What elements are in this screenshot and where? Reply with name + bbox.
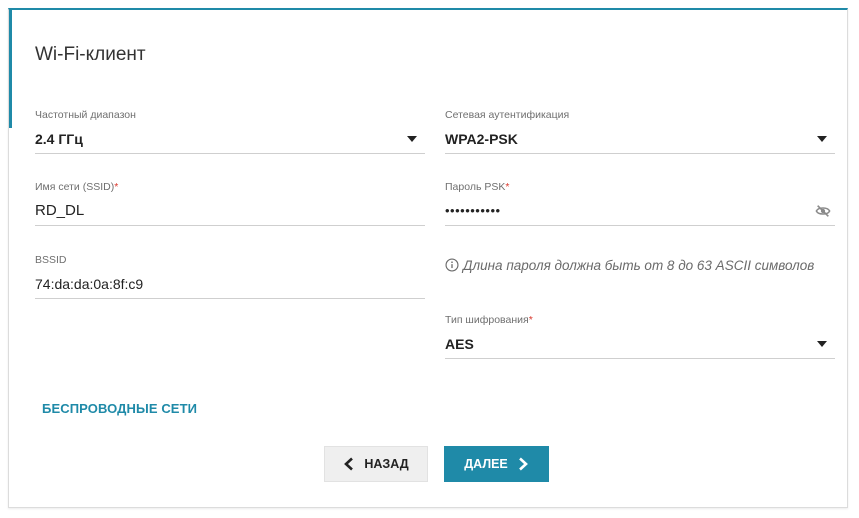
ssid-value[interactable]: RD_DL bbox=[35, 202, 84, 219]
password-hint-text: Длина пароля должна быть от 8 до 63 ASCI… bbox=[463, 258, 815, 273]
cipher-select[interactable]: Тип шифрования* AES bbox=[445, 313, 835, 359]
band-select[interactable]: Частотный диапазон 2.4 ГГц bbox=[35, 108, 425, 154]
ssid-field[interactable]: Имя сети (SSID)* RD_DL bbox=[35, 180, 425, 226]
auth-label: Сетевая аутентификация bbox=[445, 109, 570, 121]
auth-value: WPA2-PSK bbox=[445, 131, 518, 147]
required-mark: * bbox=[528, 314, 533, 326]
auth-select[interactable]: Сетевая аутентификация WPA2-PSK bbox=[445, 108, 835, 154]
psk-field[interactable]: Пароль PSK* ••••••••••• bbox=[445, 180, 835, 226]
info-icon bbox=[445, 258, 459, 272]
band-label: Частотный диапазон bbox=[35, 109, 136, 121]
card-accent-bar bbox=[9, 10, 12, 128]
cipher-select-control[interactable]: AES bbox=[445, 334, 835, 359]
bssid-label: BSSID bbox=[35, 254, 67, 266]
ssid-input[interactable]: RD_DL bbox=[35, 201, 425, 226]
cipher-label: Тип шифрования* bbox=[445, 313, 835, 327]
cipher-value: AES bbox=[445, 336, 474, 352]
chevron-down-icon[interactable] bbox=[407, 136, 417, 142]
wifi-client-card: Wi-Fi-клиент Частотный диапазон 2.4 ГГц … bbox=[8, 8, 848, 508]
chevron-down-icon[interactable] bbox=[817, 341, 827, 347]
auth-select-control[interactable]: WPA2-PSK bbox=[445, 129, 835, 154]
required-mark: * bbox=[505, 181, 510, 193]
password-hint: Длина пароля должна быть от 8 до 63 ASCI… bbox=[445, 256, 825, 276]
ssid-label: Имя сети (SSID)* bbox=[35, 180, 425, 194]
back-button[interactable]: НАЗАД bbox=[324, 446, 428, 482]
psk-label: Пароль PSK* bbox=[445, 180, 835, 194]
band-select-control[interactable]: 2.4 ГГц bbox=[35, 129, 425, 154]
chevron-right-icon bbox=[518, 457, 528, 471]
next-button-label: ДАЛЕЕ bbox=[464, 457, 508, 471]
psk-label-text: Пароль PSK bbox=[445, 181, 506, 193]
bssid-input[interactable]: 74:da:da:0a:8f:c9 bbox=[35, 274, 425, 299]
back-button-label: НАЗАД bbox=[364, 457, 409, 471]
ssid-label-text: Имя сети (SSID) bbox=[35, 181, 115, 193]
wireless-networks-link[interactable]: БЕСПРОВОДНЫЕ СЕТИ bbox=[42, 401, 197, 416]
bssid-field[interactable]: BSSID 74:da:da:0a:8f:c9 bbox=[35, 253, 425, 299]
chevron-left-icon bbox=[344, 457, 354, 471]
psk-value[interactable]: ••••••••••• bbox=[445, 203, 501, 218]
chevron-down-icon[interactable] bbox=[817, 136, 827, 142]
page-title: Wi-Fi-клиент bbox=[35, 44, 146, 65]
psk-input[interactable]: ••••••••••• bbox=[445, 201, 835, 226]
next-button[interactable]: ДАЛЕЕ bbox=[444, 446, 549, 482]
bssid-value[interactable]: 74:da:da:0a:8f:c9 bbox=[35, 276, 143, 292]
required-mark: * bbox=[114, 181, 119, 193]
eye-off-icon[interactable] bbox=[815, 203, 831, 219]
cipher-label-text: Тип шифрования bbox=[445, 314, 529, 326]
band-value: 2.4 ГГц bbox=[35, 131, 83, 147]
